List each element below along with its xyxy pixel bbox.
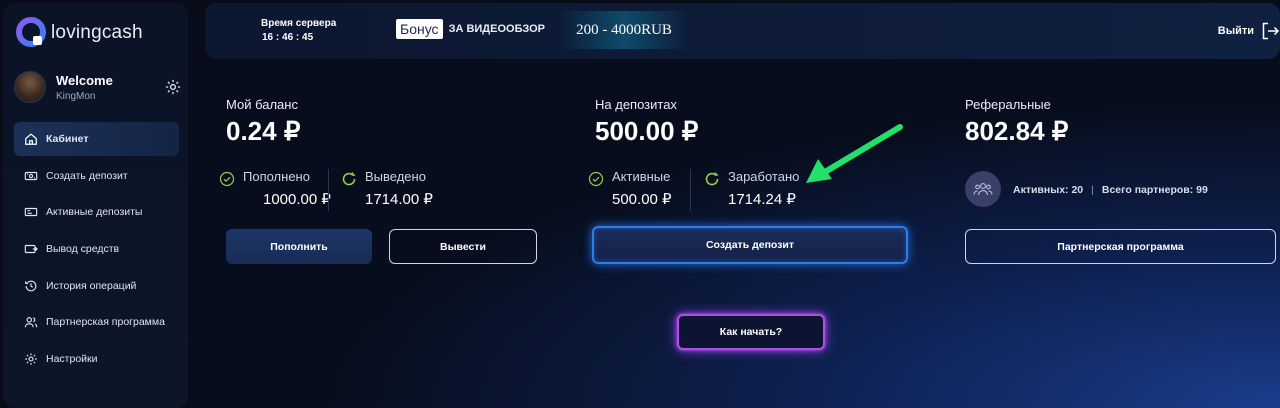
topup-button[interactable]: Пополнить [226,229,372,264]
partners-icon [24,317,38,328]
withdrawn-value: 1714.00 ₽ [365,191,433,208]
referrals-title: Реферальные [965,97,1051,112]
active-label: Активные [612,169,671,184]
bonus-amount[interactable]: 200 - 4000RUB [561,11,687,49]
sidebar-item-label: Создать депозит [46,169,128,182]
user-panel: Welcome KingMon [14,71,184,103]
referrals-avatar [965,171,1001,207]
stat-active: Активные 500.00 ₽ [588,169,672,208]
deposits-amount: 500.00 ₽ [595,116,699,146]
server-time-value: 16 : 46 : 45 [262,32,314,43]
stat-deposited: Пополнено 1000.00 ₽ [219,169,331,208]
check-circle-icon [219,171,235,187]
sidebar-item-active-deposits[interactable]: Активные депозиты [14,195,179,229]
deposit-create-icon [24,171,38,180]
user-welcome: Welcome [56,72,113,88]
deposited-value: 1000.00 ₽ [263,191,331,208]
sidebar-item-partners[interactable]: Партнерская программа [14,305,179,339]
home-icon [25,133,37,145]
sidebar-item-withdraw[interactable]: Вывод средств [14,232,179,266]
referrals-active: Активных: 20 [1013,184,1084,196]
referrals-amount: 802.84 ₽ [965,116,1069,146]
sidebar-item-settings[interactable]: Настройки [14,342,179,376]
partner-program-button[interactable]: Партнерская программа [965,229,1276,264]
sidebar-item-create-deposit[interactable]: Создать депозит [14,159,179,193]
sidebar-item-cabinet[interactable]: Кабинет [14,122,179,156]
stat-divider [328,169,329,211]
referrals-stats: Активных: 20 | Всего партнеров: 99 [1013,184,1208,196]
bonus-badge: Бонус [396,19,443,39]
sidebar-item-label: История операций [46,279,137,292]
how-to-start-button[interactable]: Как начать? [677,314,825,350]
check-circle-icon [588,171,604,187]
server-time-label: Время сервера [261,18,337,29]
deposits-title: На депозитах [595,97,677,112]
refresh-icon [342,172,356,186]
earned-label: Заработано [728,169,800,184]
settings-icon [25,353,37,365]
stat-earned: Заработано 1714.24 ₽ [704,169,799,208]
withdrawn-label: Выведено [365,169,426,184]
avatar[interactable] [14,71,46,103]
logo-mark-icon [16,17,46,47]
users-group-icon [973,183,993,196]
bonus-text: ЗА ВИДЕООБЗОР [448,23,545,35]
main-content: Мой баланс 0.24 ₽ Пополнено 1000.00 ₽ Вы… [190,59,1280,408]
history-icon [25,280,37,292]
arrow-annotation-icon [806,124,903,183]
logout-button[interactable]: Выйти [1218,21,1280,41]
top-bar: Время сервера 16 : 46 : 45 Бонус ЗА ВИДЕ… [205,3,1280,59]
brand-name: lovingcash [51,22,143,43]
referrals-total: Всего партнеров: 99 [1101,184,1208,196]
bonus-banner[interactable]: Бонус ЗА ВИДЕООБЗОР [396,19,545,39]
sidebar-item-label: Настройки [46,353,98,366]
create-deposit-button[interactable]: Создать депозит [592,226,908,264]
withdraw-icon [24,244,38,254]
active-value: 500.00 ₽ [612,191,672,208]
sidebar: lovingcash Welcome KingMon Кабинет Созда… [3,3,188,408]
balance-title: Мой баланс [226,97,298,112]
referrals-separator: | [1091,184,1094,196]
logout-icon [1262,22,1280,40]
withdraw-button[interactable]: Вывести [389,229,537,264]
user-name: KingMon [56,90,96,102]
server-time: Время сервера 16 : 46 : 45 [261,17,336,45]
sidebar-menu: Кабинет Создать депозит Активные депозит… [14,122,179,379]
refresh-icon [705,172,719,186]
sidebar-item-label: Активные депозиты [46,206,143,219]
balance-amount: 0.24 ₽ [226,116,301,146]
deposited-label: Пополнено [243,169,310,184]
active-deposits-icon [24,208,38,217]
earned-value: 1714.24 ₽ [728,191,796,208]
logout-label: Выйти [1217,25,1254,37]
sidebar-item-label: Кабинет [46,133,89,145]
stat-withdrawn: Выведено 1714.00 ₽ [341,169,433,208]
sidebar-item-label: Вывод средств [46,243,120,256]
brand-logo[interactable]: lovingcash [15,16,143,50]
gear-icon[interactable] [164,78,182,96]
sidebar-item-label: Партнерская программа [46,316,165,329]
sidebar-item-history[interactable]: История операций [14,269,179,303]
stat-divider [690,169,691,211]
